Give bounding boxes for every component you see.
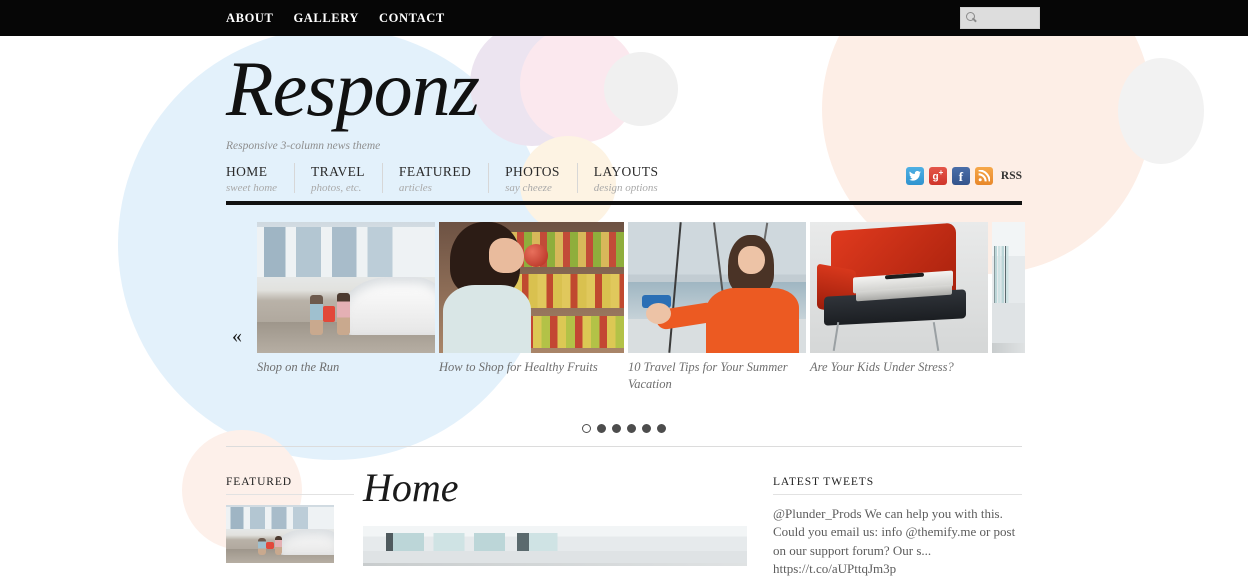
page-title: Home bbox=[363, 465, 459, 510]
rss-icon[interactable] bbox=[974, 167, 993, 185]
slider-dot-5[interactable] bbox=[642, 424, 651, 433]
main-content-image[interactable] bbox=[363, 526, 747, 566]
menu-item-travel-title: TRAVEL bbox=[311, 164, 365, 179]
menu-item-photos-subtitle: say cheeze bbox=[505, 182, 552, 194]
menu-item-travel-subtitle: photos, etc. bbox=[311, 182, 362, 194]
slider-dot-2[interactable] bbox=[597, 424, 606, 433]
menu-item-home-title: HOME bbox=[226, 164, 268, 179]
top-nav-item-contact[interactable]: CONTACT bbox=[379, 11, 445, 26]
top-nav-links: ABOUT GALLERY CONTACT bbox=[226, 0, 445, 36]
slide-3-caption[interactable]: 10 Travel Tips for Your Summer Vacation bbox=[628, 359, 806, 393]
search-input[interactable] bbox=[978, 11, 1034, 25]
featured-thumbnail[interactable] bbox=[226, 505, 334, 563]
featured-slider: « » bbox=[226, 222, 1025, 576]
slider-track bbox=[257, 222, 1025, 353]
slide-4[interactable] bbox=[810, 222, 988, 353]
slider-dot-6[interactable] bbox=[657, 424, 666, 433]
slide-5-partial[interactable] bbox=[992, 222, 1025, 353]
site-logo[interactable]: Responz bbox=[226, 36, 1022, 128]
latest-tweets-column: LATEST TWEETS @Plunder_Prods We can help… bbox=[773, 476, 1022, 579]
menu-item-home[interactable]: HOME sweet home bbox=[226, 164, 294, 194]
menu-item-photos-title: PHOTOS bbox=[505, 164, 560, 179]
menu-bottom-rule bbox=[226, 201, 1022, 205]
slide-5-caption bbox=[992, 359, 1025, 393]
slide-2[interactable] bbox=[439, 222, 624, 353]
slide-1[interactable] bbox=[257, 222, 435, 353]
tweet-item[interactable]: @Plunder_Prods We can help you with this… bbox=[773, 505, 1022, 579]
featured-heading: FEATURED bbox=[226, 476, 292, 488]
twitter-icon[interactable] bbox=[905, 167, 924, 185]
slide-1-image bbox=[257, 222, 435, 353]
google-plus-icon[interactable]: g+ bbox=[928, 167, 947, 185]
menu-item-travel[interactable]: TRAVEL photos, etc. bbox=[294, 163, 382, 194]
menu-item-home-subtitle: sweet home bbox=[226, 182, 278, 194]
search-icon bbox=[966, 12, 978, 24]
social-links: g+ f RSS bbox=[905, 167, 1022, 185]
main-menu-row: HOME sweet home TRAVEL photos, etc. FEAT… bbox=[226, 163, 1022, 205]
content-wrapper: Responz Responsive 3-column news theme H… bbox=[226, 36, 1025, 576]
slide-3[interactable] bbox=[628, 222, 806, 353]
slider-captions: Shop on the Run How to Shop for Healthy … bbox=[257, 359, 1025, 393]
rss-label[interactable]: RSS bbox=[1001, 170, 1022, 182]
search-container bbox=[960, 7, 1040, 29]
featured-heading-rule bbox=[226, 494, 354, 495]
site-tagline: Responsive 3-column news theme bbox=[226, 140, 381, 152]
slide-4-image bbox=[810, 222, 988, 353]
main-content-image-art bbox=[363, 526, 747, 566]
slide-3-image bbox=[628, 222, 806, 353]
menu-item-photos[interactable]: PHOTOS say cheeze bbox=[488, 163, 577, 194]
latest-tweets-heading: LATEST TWEETS bbox=[773, 476, 875, 488]
slide-1-caption[interactable]: Shop on the Run bbox=[257, 359, 435, 393]
top-nav-item-gallery[interactable]: GALLERY bbox=[293, 11, 359, 26]
slide-5-image bbox=[992, 222, 1025, 353]
menu-item-layouts-title: LAYOUTS bbox=[593, 164, 659, 179]
sidebar-featured-column: FEATURED bbox=[226, 476, 354, 579]
menu-item-featured-title: FEATURED bbox=[398, 164, 472, 179]
search-box[interactable] bbox=[960, 7, 1040, 29]
menu-item-layouts[interactable]: LAYOUTS design options bbox=[576, 163, 676, 194]
main-content-column: Home bbox=[363, 468, 773, 579]
slide-2-caption[interactable]: How to Shop for Healthy Fruits bbox=[439, 359, 624, 393]
section-divider bbox=[226, 446, 1022, 447]
slide-2-image bbox=[439, 222, 624, 353]
menu-item-layouts-subtitle: design options bbox=[593, 182, 658, 194]
top-nav-item-about[interactable]: ABOUT bbox=[226, 11, 273, 26]
main-menu: HOME sweet home TRAVEL photos, etc. FEAT… bbox=[226, 163, 1022, 194]
menu-item-featured[interactable]: FEATURED articles bbox=[381, 163, 488, 194]
slide-4-caption[interactable]: Are Your Kids Under Stress? bbox=[810, 359, 988, 393]
page-body: Responz Responsive 3-column news theme H… bbox=[0, 36, 1248, 576]
facebook-icon[interactable]: f bbox=[951, 167, 970, 185]
top-navigation-bar: ABOUT GALLERY CONTACT bbox=[0, 0, 1248, 36]
featured-thumbnail-image bbox=[226, 505, 334, 563]
slider-dot-3[interactable] bbox=[612, 424, 621, 433]
slider-pagination bbox=[226, 424, 1022, 433]
content-columns: FEATURED Home LATEST TWEETS @Plunder_Pro… bbox=[226, 468, 1022, 579]
slider-prev-arrow[interactable]: « bbox=[232, 326, 242, 346]
latest-tweets-rule bbox=[773, 494, 1022, 495]
menu-item-featured-subtitle: articles bbox=[398, 182, 432, 194]
slider-dot-1[interactable] bbox=[582, 424, 591, 433]
slider-dot-4[interactable] bbox=[627, 424, 636, 433]
